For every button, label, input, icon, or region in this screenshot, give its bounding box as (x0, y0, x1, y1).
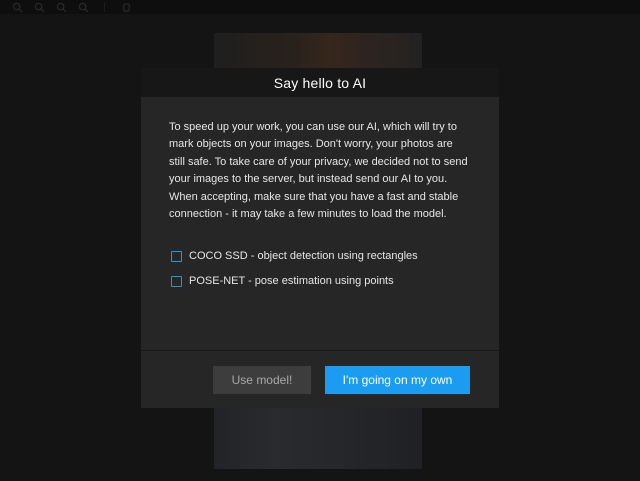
ai-load-modal: Say hello to AI To speed up your work, y… (141, 68, 499, 409)
option-coco-ssd[interactable]: COCO SSD - object detection using rectan… (169, 247, 471, 265)
option-label: POSE-NET - pose estimation using points (189, 275, 394, 288)
modal-description: To speed up your work, you can use our A… (169, 121, 468, 221)
go-on-my-own-button[interactable]: I'm going on my own (325, 365, 470, 394)
model-options: COCO SSD - object detection using rectan… (169, 247, 471, 290)
pose-net-checkbox[interactable] (171, 275, 182, 287)
modal-header: Say hello to AI (141, 68, 499, 97)
modal-title: Say hello to AI (273, 74, 367, 91)
coco-ssd-checkbox[interactable] (171, 250, 182, 262)
modal-footer: Use model! I'm going on my own (141, 351, 499, 408)
use-model-button[interactable]: Use model! (213, 365, 311, 394)
app-root: Say hello to AI To speed up your work, y… (0, 0, 640, 481)
modal-body: To speed up your work, you can use our A… (141, 97, 499, 351)
option-pose-net[interactable]: POSE-NET - pose estimation using points (169, 272, 471, 290)
option-label: COCO SSD - object detection using rectan… (189, 250, 418, 263)
